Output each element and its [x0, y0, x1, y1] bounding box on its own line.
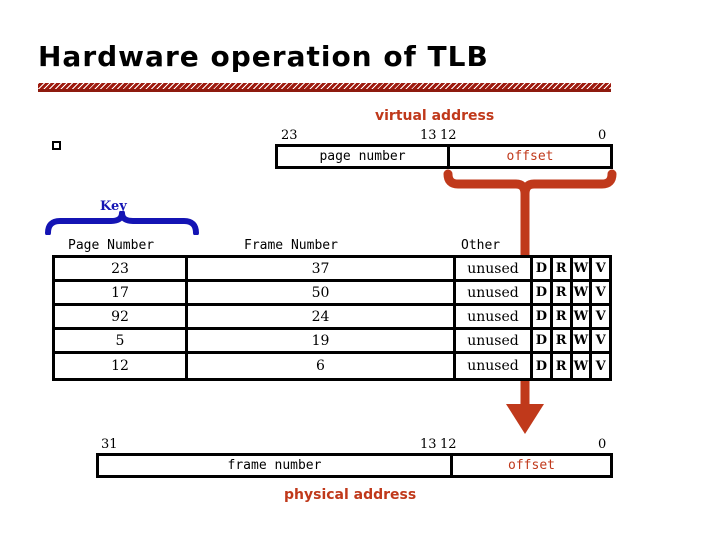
flag-write: W [569, 258, 590, 279]
cell-other: unused [467, 308, 519, 325]
virtual-address-bit-high: 23 [281, 128, 298, 143]
flag-valid: V [589, 330, 609, 351]
cell-flags: D R W V [530, 306, 609, 327]
column-header-frame-number: Frame Number [244, 238, 338, 253]
table-row[interactable]: 92 24 unused D R W V [55, 306, 609, 330]
cell-flags: D R W V [530, 354, 609, 378]
physical-address-bit-high: 31 [101, 437, 118, 452]
flag-valid: V [589, 282, 609, 303]
column-header-other: Other [461, 238, 501, 253]
cell-other: unused [467, 358, 519, 374]
virtual-address-offset-field: offset [447, 147, 610, 166]
flag-dirty: D [530, 282, 550, 303]
flag-write: W [569, 354, 590, 378]
cell-flags: D R W V [530, 330, 609, 351]
cell-other: unused [467, 332, 519, 349]
cell-frame-number: 50 [188, 282, 456, 303]
tlb-table: 23 37 unused D R W V 17 50 unused D R W … [52, 255, 612, 381]
virtual-address-bit-mid-left: 13 [420, 128, 437, 143]
cell-other: unused [467, 284, 519, 301]
cell-flags: D R W V [530, 258, 609, 279]
physical-address-offset-field: offset [450, 456, 610, 475]
slide-canvas: Hardware operation of TLB virtual addres… [0, 0, 720, 540]
cell-page-number: 92 [55, 306, 188, 327]
virtual-address-bit-mid-right: 12 [440, 128, 457, 143]
flag-referenced: R [549, 354, 570, 378]
table-row[interactable]: 23 37 unused D R W V [55, 258, 609, 282]
flag-write: W [569, 330, 590, 351]
page-title: Hardware operation of TLB [38, 40, 489, 73]
flag-dirty: D [530, 258, 550, 279]
physical-address-bit-low: 0 [598, 437, 607, 452]
table-row[interactable]: 5 19 unused D R W V [55, 330, 609, 354]
flag-write: W [569, 306, 590, 327]
flag-referenced: R [549, 330, 570, 351]
flag-valid: V [589, 306, 609, 327]
cell-frame-number: 19 [188, 330, 456, 351]
physical-address-bit-mid-left: 13 [420, 437, 437, 452]
cell-frame-number: 37 [188, 258, 456, 279]
physical-address-bar: frame number offset [96, 453, 613, 478]
flag-referenced: R [549, 306, 570, 327]
title-divider-rule [38, 83, 611, 92]
physical-address-bit-mid-right: 12 [440, 437, 457, 452]
virtual-address-caption: virtual address [375, 108, 495, 124]
cell-flags: D R W V [530, 282, 609, 303]
physical-address-frame-number-field: frame number [227, 458, 322, 473]
cell-page-number: 12 [55, 354, 188, 378]
physical-address-caption: physical address [284, 487, 417, 503]
cell-page-number: 5 [55, 330, 188, 351]
flag-dirty: D [530, 330, 550, 351]
virtual-address-bit-low: 0 [598, 128, 607, 143]
cell-page-number: 17 [55, 282, 188, 303]
key-brace-icon [45, 211, 199, 235]
flag-dirty: D [530, 354, 550, 378]
flag-valid: V [589, 258, 609, 279]
column-header-page-number: Page Number [68, 238, 155, 253]
virtual-address-page-number-field: page number [319, 149, 406, 164]
cell-frame-number: 6 [188, 354, 456, 378]
cell-other: unused [467, 260, 519, 277]
cell-page-number: 23 [55, 258, 188, 279]
cell-frame-number: 24 [188, 306, 456, 327]
table-row[interactable]: 17 50 unused D R W V [55, 282, 609, 306]
flag-write: W [569, 282, 590, 303]
flag-referenced: R [549, 282, 570, 303]
square-bullet-icon [52, 141, 61, 150]
virtual-address-bar: page number offset [275, 144, 613, 169]
table-row[interactable]: 12 6 unused D R W V [55, 354, 609, 378]
flag-valid: V [589, 354, 609, 378]
flag-dirty: D [530, 306, 550, 327]
flag-referenced: R [549, 258, 570, 279]
